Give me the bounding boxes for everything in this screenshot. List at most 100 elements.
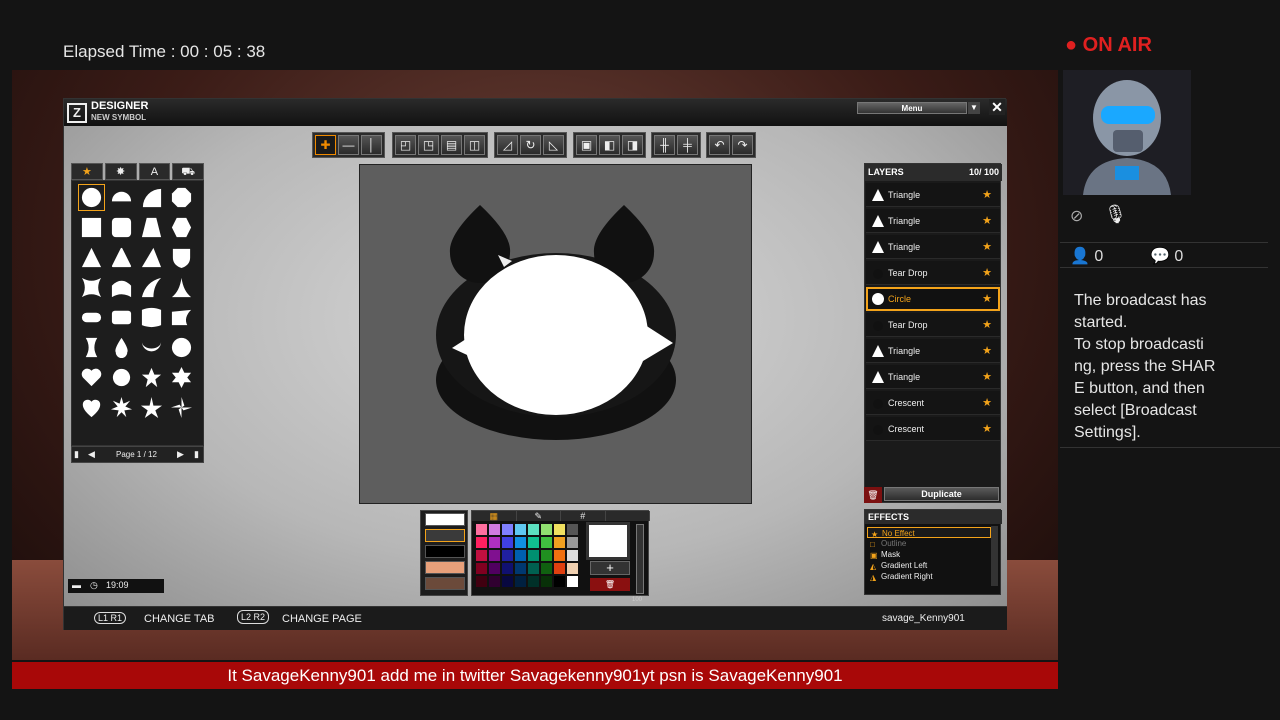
color-cell[interactable]: [515, 563, 526, 574]
swatch-skin[interactable]: [425, 561, 465, 574]
shape-half-circle-icon[interactable]: [108, 184, 135, 211]
layer-row[interactable]: Triangle ★: [866, 235, 1000, 259]
shape-wing-icon[interactable]: [168, 304, 195, 331]
shape-triangle-icon[interactable]: [78, 244, 105, 271]
layer-row[interactable]: Triangle ★: [866, 365, 1000, 389]
star-icon[interactable]: ★: [982, 214, 992, 227]
tab-eyedropper[interactable]: ✎: [516, 511, 561, 521]
star-icon[interactable]: ★: [982, 188, 992, 201]
shape-star-six-icon[interactable]: [168, 364, 195, 391]
rotate-left-icon[interactable]: ◿: [497, 135, 518, 155]
effect-item[interactable]: □ Outline: [867, 538, 991, 549]
layer-row[interactable]: Triangle ★: [866, 209, 1000, 233]
add-color-button[interactable]: +: [590, 561, 630, 575]
color-cell[interactable]: [541, 563, 552, 574]
color-cell[interactable]: [528, 524, 539, 535]
duplicate-button[interactable]: Duplicate: [884, 487, 999, 501]
shape-teardrop-icon[interactable]: [108, 334, 135, 361]
menu-button[interactable]: Menu: [857, 102, 967, 114]
shape-flag-icon[interactable]: [138, 304, 165, 331]
minus-icon[interactable]: —: [338, 135, 359, 155]
shape-hourglass-icon[interactable]: [78, 334, 105, 361]
align-top-left-icon[interactable]: ◰: [395, 135, 416, 155]
color-cell[interactable]: [489, 537, 500, 548]
effect-item[interactable]: ▣ Mask: [867, 549, 991, 560]
color-cell[interactable]: [489, 576, 500, 587]
effect-item[interactable]: ◭ Gradient Left: [867, 560, 991, 571]
color-cell[interactable]: [567, 524, 578, 535]
color-cell[interactable]: [567, 576, 578, 587]
color-cell[interactable]: [554, 576, 565, 587]
color-cell[interactable]: [515, 537, 526, 548]
swatch-brown[interactable]: [425, 577, 465, 590]
color-cell[interactable]: [567, 550, 578, 561]
color-cell[interactable]: [489, 563, 500, 574]
color-cell[interactable]: [554, 550, 565, 561]
swatch-white[interactable]: [425, 513, 465, 526]
shape-burst-icon[interactable]: [108, 394, 135, 421]
star-icon[interactable]: ★: [982, 344, 992, 357]
chevron-left-icon[interactable]: ◀: [88, 449, 95, 460]
color-cell[interactable]: [476, 576, 487, 587]
swatch-black[interactable]: [425, 545, 465, 558]
color-cell[interactable]: [554, 537, 565, 548]
layer-row[interactable]: Crescent ★: [866, 391, 1000, 415]
shape-crescent-icon[interactable]: [138, 334, 165, 361]
color-cell[interactable]: [554, 524, 565, 535]
shape-circle-icon[interactable]: [78, 184, 105, 211]
shape-square-icon[interactable]: [78, 214, 105, 241]
align-top-right-icon[interactable]: ◳: [418, 135, 439, 155]
page-first-icon[interactable]: ▮: [74, 449, 79, 460]
shape-flower-icon[interactable]: [108, 364, 135, 391]
shape-spike-icon[interactable]: [168, 274, 195, 301]
rotate-right-icon[interactable]: ◺: [543, 135, 564, 155]
color-cell[interactable]: [476, 537, 487, 548]
shape-pill-icon[interactable]: [78, 304, 105, 331]
color-cell[interactable]: [528, 550, 539, 561]
color-cell[interactable]: [554, 563, 565, 574]
snap-horizontal-icon[interactable]: ╫: [654, 135, 675, 155]
star-icon[interactable]: ★: [982, 292, 992, 305]
color-cell[interactable]: [476, 563, 487, 574]
shape-heart-icon[interactable]: [78, 364, 105, 391]
effect-item-selected[interactable]: ★ No Effect: [867, 527, 991, 539]
shape-shield-icon[interactable]: [168, 244, 195, 271]
shape-concave-square-icon[interactable]: [78, 274, 105, 301]
color-cell[interactable]: [567, 537, 578, 548]
tab-shapes[interactable]: ★: [71, 163, 103, 180]
close-button[interactable]: ✕: [989, 99, 1005, 115]
chevron-right-icon[interactable]: ▶: [177, 449, 184, 460]
tab-objects[interactable]: ⛟: [172, 163, 204, 180]
layer-row[interactable]: Triangle ★: [866, 183, 1000, 207]
color-cell[interactable]: [476, 524, 487, 535]
color-cell[interactable]: [502, 563, 513, 574]
undo-icon[interactable]: ↶: [709, 135, 730, 155]
layer-back-icon[interactable]: ◨: [622, 135, 643, 155]
shape-rounded-rect-icon[interactable]: [108, 304, 135, 331]
snap-vertical-icon[interactable]: ╪: [677, 135, 698, 155]
tab-hex[interactable]: #: [561, 511, 606, 521]
star-icon[interactable]: ★: [982, 240, 992, 253]
trash-icon[interactable]: 🗑: [864, 487, 882, 503]
effect-item[interactable]: ◮ Gradient Right: [867, 571, 991, 582]
color-cell[interactable]: [489, 550, 500, 561]
shape-right-triangle-icon[interactable]: [138, 244, 165, 271]
star-icon[interactable]: ★: [982, 318, 992, 331]
microphone-icon[interactable]: 🎙: [1104, 204, 1127, 225]
swatch-selected[interactable]: [425, 529, 465, 542]
layer-front-icon[interactable]: ◧: [599, 135, 620, 155]
shape-fin-icon[interactable]: [138, 274, 165, 301]
tab-letters[interactable]: A: [138, 163, 171, 180]
shape-rounded-square-icon[interactable]: [108, 214, 135, 241]
page-last-icon[interactable]: ▮: [194, 449, 199, 460]
layer-row[interactable]: Tear Drop ★: [866, 313, 1000, 337]
align-bottom-icon[interactable]: ▤: [441, 135, 462, 155]
color-cell[interactable]: [502, 537, 513, 548]
layer-row[interactable]: Tear Drop ★: [866, 261, 1000, 285]
color-cell[interactable]: [515, 524, 526, 535]
opacity-slider[interactable]: [636, 524, 644, 594]
shape-quarter-circle-icon[interactable]: [138, 184, 165, 211]
shape-rounded-heart-icon[interactable]: [78, 394, 105, 421]
star-icon[interactable]: ★: [982, 266, 992, 279]
shape-octagon-icon[interactable]: [168, 184, 195, 211]
